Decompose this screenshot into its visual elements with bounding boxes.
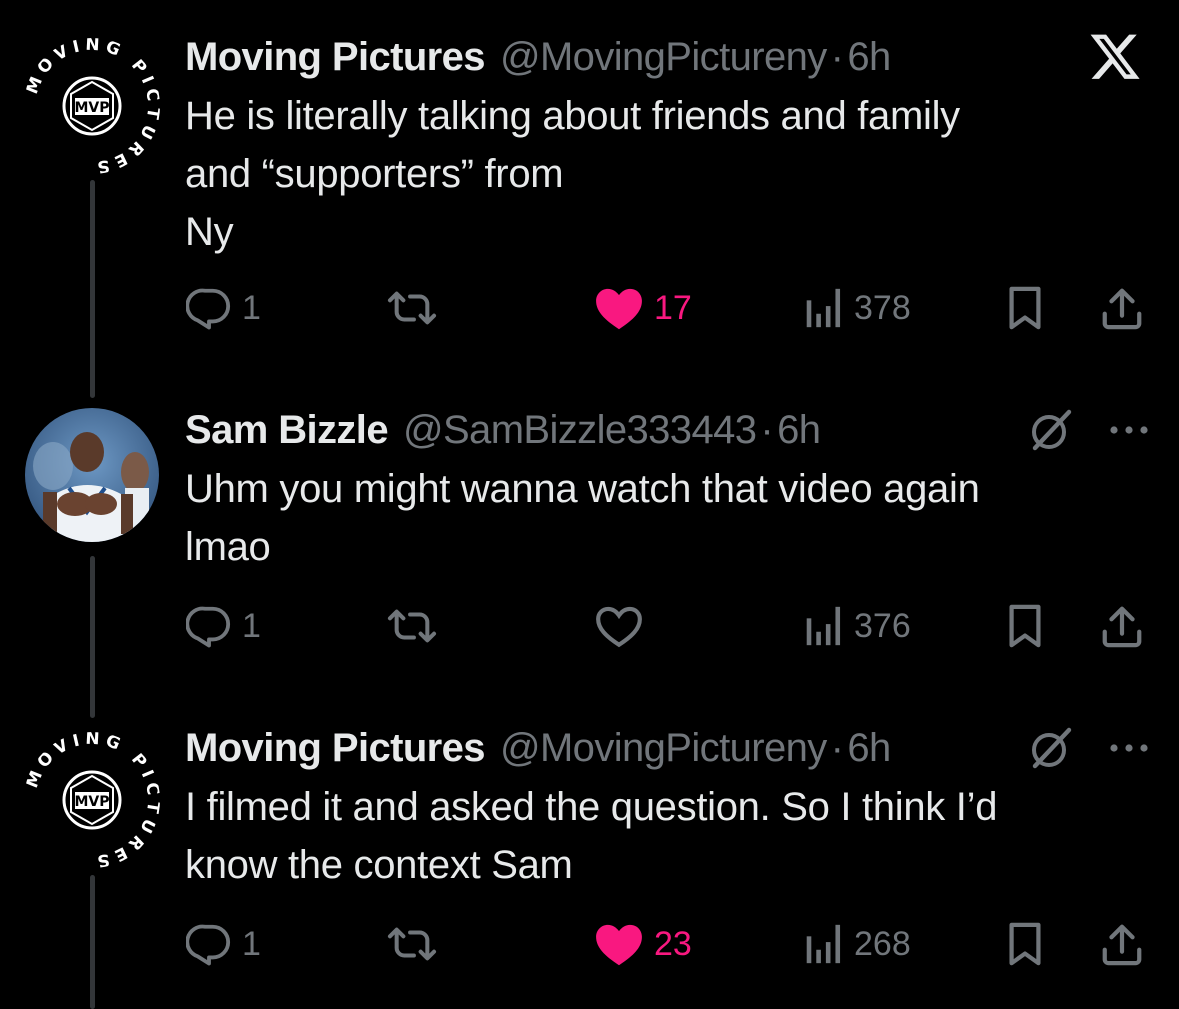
like-count: 17 xyxy=(654,288,692,327)
share-icon xyxy=(1102,606,1142,648)
bookmark-button[interactable] xyxy=(1004,280,1046,336)
tweet-text: He is literally talking about friends an… xyxy=(185,87,1149,261)
bookmark-button[interactable] xyxy=(1004,598,1046,654)
x-logo-icon[interactable] xyxy=(1087,34,1143,84)
moving-pictures-logo: MOVING PICTURES MVP xyxy=(24,732,160,868)
moving-pictures-logo: MOVING PICTURES MVP xyxy=(24,38,160,174)
retweet-button[interactable] xyxy=(384,916,440,972)
reply-button[interactable]: 1 xyxy=(186,280,261,336)
grok-icon[interactable] xyxy=(1027,724,1075,772)
display-name[interactable]: Moving Pictures xyxy=(185,27,486,87)
retweet-icon xyxy=(387,609,437,643)
tweet-header: Moving Pictures @MovingPictureny · 6h xyxy=(185,718,1149,778)
avatar[interactable]: MOVING PICTURES MVP xyxy=(24,38,160,174)
grok-icon[interactable] xyxy=(1027,406,1075,454)
tweet-text-line: I filmed it and asked the question. So I… xyxy=(185,785,998,829)
reply-count: 1 xyxy=(242,288,261,327)
bookmark-icon xyxy=(1009,922,1041,966)
share-button[interactable] xyxy=(1098,598,1146,654)
views-icon xyxy=(806,606,841,646)
reply-button[interactable]: 1 xyxy=(186,916,261,972)
view-count: 268 xyxy=(854,924,911,963)
display-name[interactable]: Moving Pictures xyxy=(185,718,486,778)
heart-icon xyxy=(596,606,642,648)
tweet-text-line: Uhm you might wanna watch that video aga… xyxy=(185,467,980,511)
tweet-actions: 1 17 378 xyxy=(0,280,1179,336)
more-icon[interactable] xyxy=(1109,424,1149,436)
like-button[interactable]: 23 xyxy=(594,916,692,972)
tweet[interactable]: MOVING PICTURES MVP Moving Pictures @Mov… xyxy=(0,700,1179,1009)
retweet-icon xyxy=(387,291,437,325)
views-button[interactable]: 376 xyxy=(802,598,911,654)
views-icon xyxy=(806,288,841,328)
tweet-text-line: He is literally talking about friends an… xyxy=(185,94,960,138)
bookmark-icon xyxy=(1009,604,1041,648)
timestamp[interactable]: 6h xyxy=(847,27,891,87)
like-button[interactable] xyxy=(594,598,654,654)
share-button[interactable] xyxy=(1098,280,1146,336)
reply-count: 1 xyxy=(242,606,261,645)
user-handle[interactable]: @SamBizzle333443 xyxy=(403,400,757,460)
avatar[interactable]: MOVING PICTURES MVP xyxy=(24,732,160,868)
timestamp[interactable]: 6h xyxy=(777,400,821,460)
tweet-text-line: know the context Sam xyxy=(185,843,573,887)
user-photo xyxy=(25,408,159,542)
tweet[interactable]: MOVING PICTURES MVP Moving Pictures @Mov… xyxy=(0,0,1179,380)
heart-icon xyxy=(596,288,642,330)
tweet-actions: 1 23 268 xyxy=(0,916,1179,972)
views-button[interactable]: 378 xyxy=(802,280,911,336)
views-icon xyxy=(806,924,841,964)
retweet-button[interactable] xyxy=(384,280,440,336)
display-name[interactable]: Sam Bizzle xyxy=(185,400,389,460)
views-button[interactable]: 268 xyxy=(802,916,911,972)
avatar[interactable] xyxy=(25,408,159,542)
reply-icon xyxy=(186,606,230,648)
share-button[interactable] xyxy=(1098,916,1146,972)
reply-button[interactable]: 1 xyxy=(186,598,261,654)
tweet-header: Sam Bizzle @SamBizzle333443 · 6h xyxy=(185,400,1149,460)
tweet-actions: 1 376 xyxy=(0,598,1179,654)
tweet-text-line: lmao xyxy=(185,525,271,569)
share-icon xyxy=(1102,288,1142,330)
view-count: 376 xyxy=(854,606,911,645)
like-button[interactable]: 17 xyxy=(594,280,692,336)
share-icon xyxy=(1102,924,1142,966)
reply-count: 1 xyxy=(242,924,261,963)
more-icon[interactable] xyxy=(1109,742,1149,754)
bookmark-icon xyxy=(1009,286,1041,330)
tweet[interactable]: Sam Bizzle @SamBizzle333443 · 6h Uhm you… xyxy=(0,380,1179,700)
avatar-logo-text: MVP xyxy=(74,794,109,810)
user-handle[interactable]: @MovingPictureny xyxy=(500,27,827,87)
reply-icon xyxy=(186,924,230,966)
timestamp[interactable]: 6h xyxy=(847,718,891,778)
reply-icon xyxy=(186,288,230,330)
like-count: 23 xyxy=(654,924,692,963)
tweet-text-line: Ny xyxy=(185,210,234,254)
tweet-header: Moving Pictures @MovingPictureny · 6h xyxy=(185,27,1149,87)
retweet-icon xyxy=(387,927,437,961)
bookmark-button[interactable] xyxy=(1004,916,1046,972)
tweet-text-line: and “supporters” from xyxy=(185,152,564,196)
user-handle[interactable]: @MovingPictureny xyxy=(500,718,827,778)
retweet-button[interactable] xyxy=(384,598,440,654)
tweet-text: I filmed it and asked the question. So I… xyxy=(185,778,1149,894)
separator-dot: · xyxy=(830,35,844,79)
separator-dot: · xyxy=(760,408,774,452)
avatar-logo-text: MVP xyxy=(74,100,109,116)
separator-dot: · xyxy=(830,726,844,770)
tweet-text: Uhm you might wanna watch that video aga… xyxy=(185,460,1149,576)
heart-icon xyxy=(596,924,642,966)
view-count: 378 xyxy=(854,288,911,327)
